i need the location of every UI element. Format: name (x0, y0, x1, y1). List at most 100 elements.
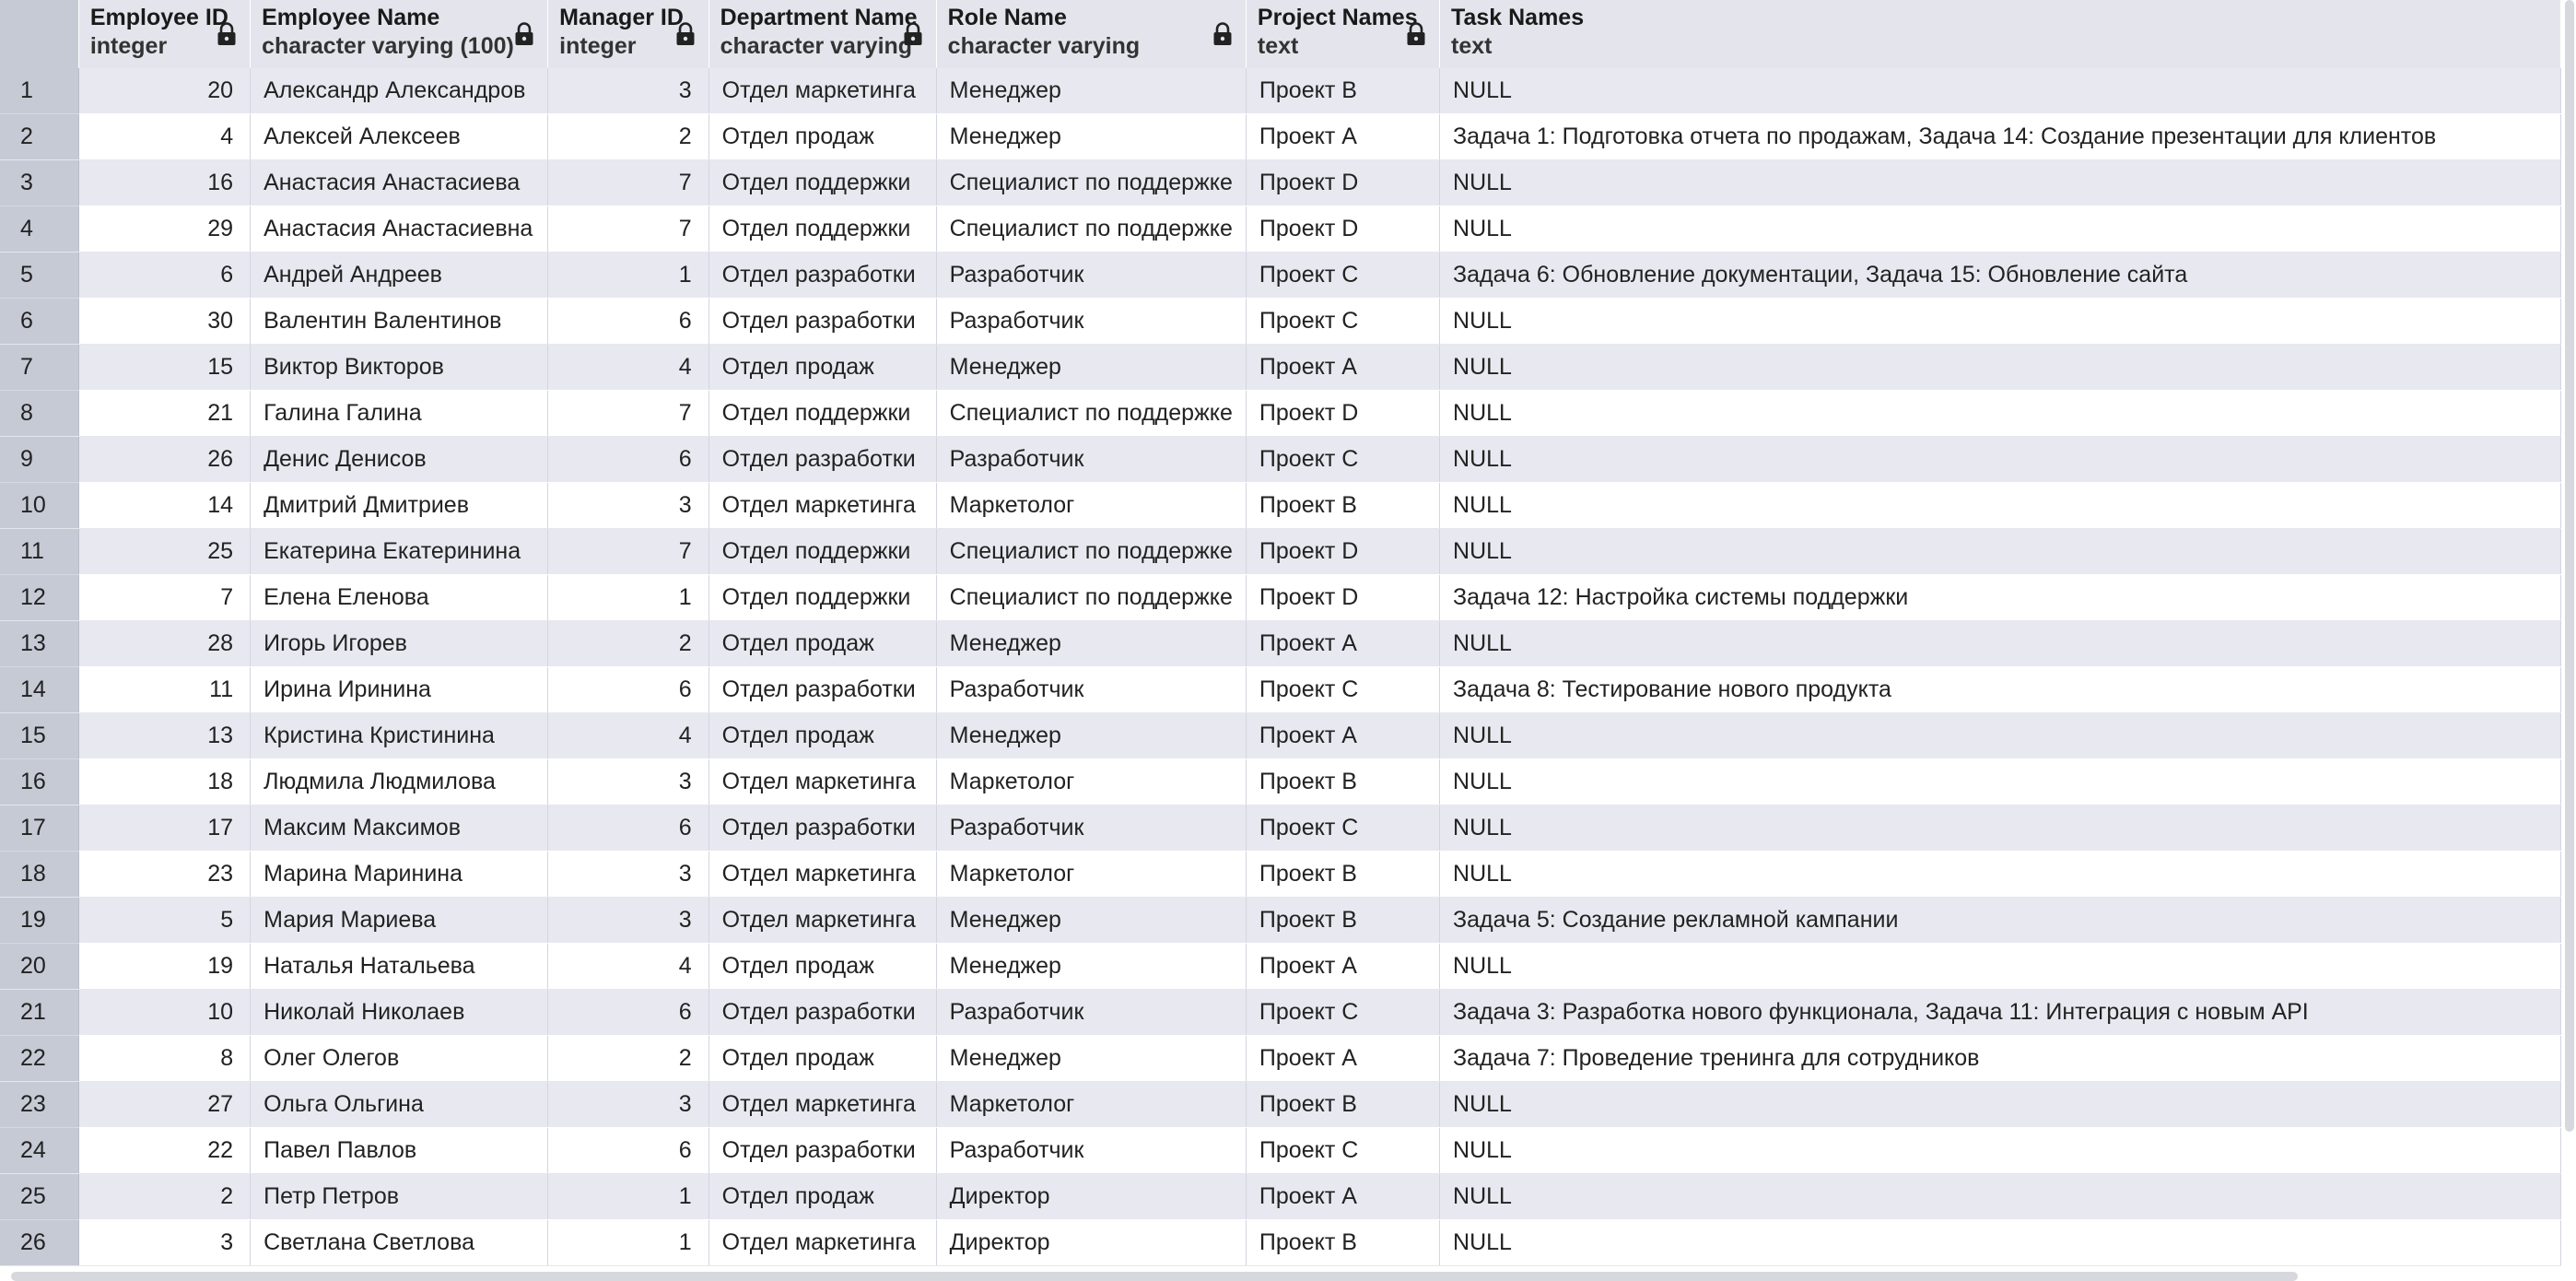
cell-role-name[interactable]: Специалист по поддержке (936, 159, 1247, 206)
table-row[interactable]: 14 11 Ирина Иринина 6 Отдел разработки Разраб… (0, 666, 2561, 713)
cell-employee-id[interactable]: 17 (78, 805, 252, 852)
cell-employee-id[interactable]: 10 (78, 989, 252, 1036)
row-number[interactable]: 20 (0, 943, 79, 990)
cell-task-names[interactable]: Задача 8: Тестирование нового продукта (1439, 666, 2561, 713)
cell-employee-name[interactable]: Петр Петров (250, 1173, 549, 1220)
cell-employee-name[interactable]: Александр Александров (250, 68, 549, 114)
column-header-project-names[interactable]: Project Names text (1246, 0, 1441, 68)
column-header-department-name[interactable]: Department Name character varying (708, 0, 937, 68)
cell-role-name[interactable]: Разработчик (936, 1127, 1247, 1174)
row-number[interactable]: 22 (0, 1035, 79, 1082)
cell-department-name[interactable]: Отдел маркетинга (708, 758, 937, 805)
cell-manager-id[interactable]: 1 (547, 1219, 709, 1266)
cell-task-names[interactable]: NULL (1439, 943, 2561, 990)
cell-employee-id[interactable]: 13 (78, 712, 252, 759)
cell-employee-name[interactable]: Елена Еленова (250, 574, 549, 621)
cell-project-names[interactable]: Проект C (1246, 805, 1441, 852)
cell-employee-id[interactable]: 14 (78, 482, 252, 529)
cell-department-name[interactable]: Отдел продаж (708, 712, 937, 759)
cell-department-name[interactable]: Отдел поддержки (708, 574, 937, 621)
cell-project-names[interactable]: Проект C (1246, 436, 1441, 483)
cell-task-names[interactable]: NULL (1439, 68, 2561, 114)
cell-task-names[interactable]: NULL (1439, 436, 2561, 483)
cell-role-name[interactable]: Специалист по поддержке (936, 574, 1247, 621)
cell-employee-id[interactable]: 18 (78, 758, 252, 805)
column-header-employee-id[interactable]: Employee ID integer (78, 0, 252, 68)
cell-project-names[interactable]: Проект D (1246, 159, 1441, 206)
cell-department-name[interactable]: Отдел маркетинга (708, 1219, 937, 1266)
row-number[interactable]: 18 (0, 851, 79, 898)
cell-department-name[interactable]: Отдел маркетинга (708, 482, 937, 529)
cell-role-name[interactable]: Разработчик (936, 298, 1247, 345)
cell-project-names[interactable]: Проект C (1246, 252, 1441, 299)
table-row[interactable]: 18 23 Марина Маринина 3 Отдел маркетинга Марк… (0, 851, 2561, 898)
cell-role-name[interactable]: Менеджер (936, 1035, 1247, 1082)
cell-department-name[interactable]: Отдел продаж (708, 1035, 937, 1082)
cell-department-name[interactable]: Отдел разработки (708, 805, 937, 852)
cell-task-names[interactable]: Задача 7: Проведение тренинга для сотруд… (1439, 1035, 2561, 1082)
cell-task-names[interactable]: NULL (1439, 159, 2561, 206)
cell-manager-id[interactable]: 7 (547, 528, 709, 575)
cell-role-name[interactable]: Директор (936, 1173, 1247, 1220)
row-number[interactable]: 13 (0, 620, 79, 667)
row-number[interactable]: 26 (0, 1219, 79, 1266)
cell-employee-id[interactable]: 2 (78, 1173, 252, 1220)
cell-task-names[interactable]: NULL (1439, 1127, 2561, 1174)
cell-project-names[interactable]: Проект A (1246, 1173, 1441, 1220)
table-row[interactable]: 23 27 Ольга Ольгина 3 Отдел маркетинга Маркет… (0, 1081, 2561, 1128)
cell-department-name[interactable]: Отдел продаж (708, 620, 937, 667)
row-number[interactable]: 11 (0, 528, 79, 575)
cell-department-name[interactable]: Отдел поддержки (708, 159, 937, 206)
cell-employee-id[interactable]: 15 (78, 344, 252, 391)
cell-employee-name[interactable]: Максим Максимов (250, 805, 549, 852)
cell-task-names[interactable]: NULL (1439, 482, 2561, 529)
cell-project-names[interactable]: Проект D (1246, 574, 1441, 621)
cell-department-name[interactable]: Отдел продаж (708, 344, 937, 391)
cell-task-names[interactable]: Задача 12: Настройка системы поддержки (1439, 574, 2561, 621)
cell-employee-name[interactable]: Алексей Алексеев (250, 113, 549, 160)
cell-task-names[interactable]: NULL (1439, 712, 2561, 759)
cell-employee-name[interactable]: Марина Маринина (250, 851, 549, 898)
table-row[interactable]: 4 29 Анастасия Анастасиевна 7 Отдел поддержк… (0, 206, 2561, 253)
row-number[interactable]: 14 (0, 666, 79, 713)
cell-employee-id[interactable]: 30 (78, 298, 252, 345)
cell-employee-name[interactable]: Галина Галина (250, 390, 549, 437)
cell-manager-id[interactable]: 3 (547, 851, 709, 898)
table-row[interactable]: 17 17 Максим Максимов 6 Отдел разработки Разр… (0, 805, 2561, 852)
table-row[interactable]: 3 16 Анастасия Анастасиева 7 Отдел поддержки… (0, 159, 2561, 206)
row-number[interactable]: 21 (0, 989, 79, 1036)
cell-manager-id[interactable]: 6 (547, 666, 709, 713)
cell-task-names[interactable]: Задача 3: Разработка нового функционала,… (1439, 989, 2561, 1036)
cell-project-names[interactable]: Проект B (1246, 758, 1441, 805)
row-number[interactable]: 8 (0, 390, 79, 437)
cell-employee-id[interactable]: 29 (78, 206, 252, 253)
cell-department-name[interactable]: Отдел маркетинга (708, 68, 937, 114)
cell-project-names[interactable]: Проект B (1246, 482, 1441, 529)
table-row[interactable]: 7 15 Виктор Викторов 4 Отдел продаж Менеджер П… (0, 344, 2561, 391)
cell-manager-id[interactable]: 6 (547, 298, 709, 345)
cell-task-names[interactable]: NULL (1439, 390, 2561, 437)
cell-department-name[interactable]: Отдел маркетинга (708, 1081, 937, 1128)
row-number[interactable]: 19 (0, 897, 79, 944)
cell-task-names[interactable]: NULL (1439, 1219, 2561, 1266)
cell-task-names[interactable]: Задача 1: Подготовка отчета по продажам,… (1439, 113, 2561, 160)
cell-role-name[interactable]: Менеджер (936, 620, 1247, 667)
cell-employee-id[interactable]: 4 (78, 113, 252, 160)
cell-role-name[interactable]: Маркетолог (936, 851, 1247, 898)
table-row[interactable]: 22 8 Олег Олегов 2 Отдел продаж Менеджер Проек… (0, 1035, 2561, 1082)
cell-role-name[interactable]: Менеджер (936, 113, 1247, 160)
cell-employee-id[interactable]: 19 (78, 943, 252, 990)
cell-manager-id[interactable]: 1 (547, 1173, 709, 1220)
cell-task-names[interactable]: Задача 6: Обновление документации, Задач… (1439, 252, 2561, 299)
table-row[interactable]: 1 20 Александр Александров 3 Отдел маркетинг… (0, 68, 2561, 114)
cell-employee-id[interactable]: 22 (78, 1127, 252, 1174)
cell-employee-name[interactable]: Людмила Людмилова (250, 758, 549, 805)
cell-project-names[interactable]: Проект A (1246, 620, 1441, 667)
cell-employee-name[interactable]: Анастасия Анастасиевна (250, 206, 549, 253)
table-row[interactable]: 6 30 Валентин Валентинов 6 Отдел разработки Р… (0, 298, 2561, 345)
table-row[interactable]: 9 26 Денис Денисов 6 Отдел разработки Разрабо… (0, 436, 2561, 483)
row-number[interactable]: 3 (0, 159, 79, 206)
cell-manager-id[interactable]: 4 (547, 712, 709, 759)
cell-employee-name[interactable]: Валентин Валентинов (250, 298, 549, 345)
table-row[interactable]: 13 28 Игорь Игорев 2 Отдел продаж Менеджер Про… (0, 620, 2561, 667)
